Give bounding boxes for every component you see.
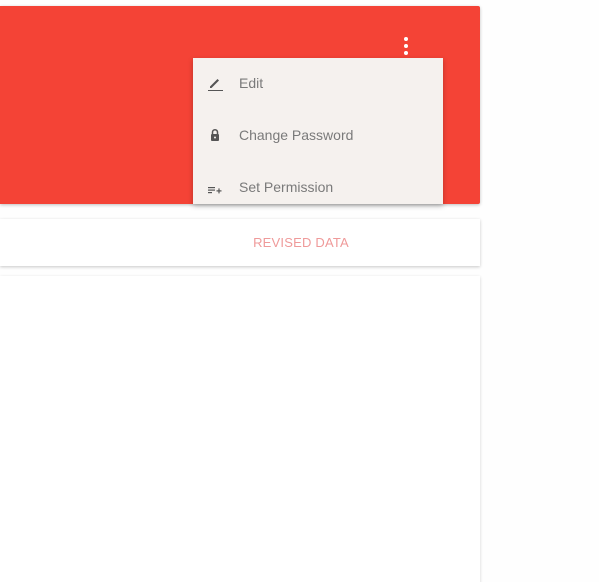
tab-label: REVISED DATA bbox=[253, 235, 349, 250]
tab-bar: REVISED DATA bbox=[0, 219, 480, 266]
menu-item-label: Change Password bbox=[239, 127, 354, 143]
content-card bbox=[0, 276, 480, 582]
playlist-add-icon bbox=[207, 179, 223, 195]
dropdown-menu: Edit Change Password Set Permission bbox=[193, 58, 443, 204]
lock-icon bbox=[207, 127, 223, 143]
page: Edit Change Password Set Permission REVI… bbox=[0, 0, 599, 582]
tab-revised-data[interactable]: REVISED DATA bbox=[240, 219, 362, 266]
menu-item-change-password[interactable]: Change Password bbox=[193, 110, 443, 162]
more-options-button[interactable] bbox=[394, 35, 418, 59]
menu-item-label: Set Permission bbox=[239, 179, 334, 195]
pencil-icon bbox=[207, 75, 223, 92]
menu-item-set-permission[interactable]: Set Permission bbox=[193, 162, 443, 204]
menu-item-label: Edit bbox=[239, 75, 264, 91]
menu-item-edit[interactable]: Edit bbox=[193, 58, 443, 110]
